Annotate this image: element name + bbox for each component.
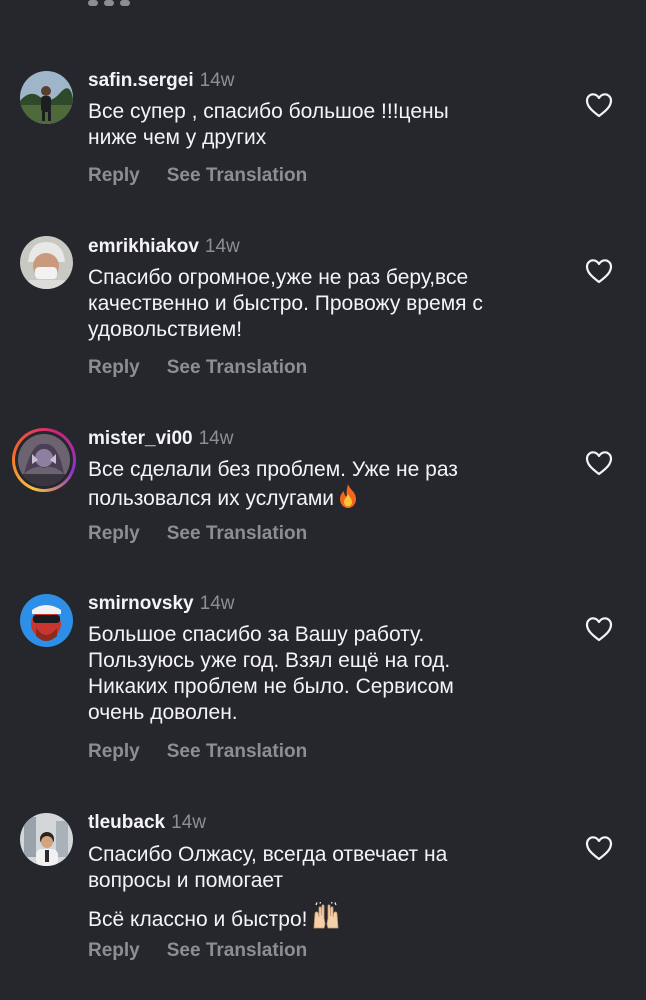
comment-line: очень доволен. — [88, 701, 238, 724]
username[interactable]: mister_vi00 — [88, 428, 193, 449]
comment-line: пользовался их услугами — [88, 483, 558, 516]
timestamp: 14w — [171, 812, 206, 833]
comment-text: Большое спасибо за Вашу работу. Пользуюс… — [88, 622, 558, 726]
avatar — [18, 434, 70, 486]
raising-hands-emoji — [310, 901, 342, 937]
previous-comment-actions-fragment — [88, 0, 148, 8]
comment-actions: Reply See Translation — [88, 940, 307, 962]
reply-button[interactable]: Reply — [88, 523, 140, 544]
heart-icon[interactable] — [585, 835, 613, 861]
heart-icon[interactable] — [585, 450, 613, 476]
comment-line: Все супер , спасибо большое !!!цены — [88, 100, 449, 123]
avatar[interactable] — [20, 236, 73, 289]
comment-line: качественно и быстро. Провожу время с — [88, 292, 483, 315]
see-translation-button[interactable]: See Translation — [167, 940, 307, 961]
timestamp: 14w — [204, 236, 240, 257]
comment-text: Спасибо Олжасу, всегда отвечает на вопро… — [88, 842, 558, 937]
heart-icon[interactable] — [585, 92, 613, 118]
comment-line: Всё классно и быстро! — [88, 901, 558, 937]
username[interactable]: safin.sergei — [88, 70, 194, 91]
comment-header: safin.sergei 14w — [88, 70, 234, 92]
comment-text: Все сделали без проблем. Уже не раз поль… — [88, 457, 558, 516]
username[interactable]: tleuback — [88, 812, 165, 833]
comment-header: tleuback 14w — [88, 812, 206, 834]
reply-button[interactable]: Reply — [88, 940, 140, 961]
reply-button[interactable]: Reply — [88, 741, 140, 762]
see-translation-button[interactable]: See Translation — [167, 357, 307, 378]
comment-header: mister_vi00 14w — [88, 428, 233, 450]
comment-line: Пользуюсь уже год. Взял ещё на год. — [88, 649, 451, 672]
avatar[interactable] — [20, 813, 73, 866]
comment-line: удовольствием! — [88, 318, 243, 341]
comment-line: ниже чем у других — [88, 126, 267, 149]
reply-button[interactable]: Reply — [88, 357, 140, 378]
timestamp: 14w — [198, 428, 234, 449]
comment-actions: Reply See Translation — [88, 357, 307, 379]
username[interactable]: smirnovsky — [88, 593, 194, 614]
comment-line: Спасибо Олжасу, всегда отвечает на — [88, 843, 448, 866]
fire-emoji — [336, 483, 360, 516]
see-translation-button[interactable]: See Translation — [167, 523, 307, 544]
comment-line: Большое спасибо за Вашу работу. — [88, 623, 425, 646]
comment-actions: Reply See Translation — [88, 523, 307, 545]
comment-text: Спасибо огромное,уже не раз беру,все кач… — [88, 265, 558, 343]
timestamp: 14w — [199, 70, 235, 91]
comment-actions: Reply See Translation — [88, 741, 307, 763]
comment-actions: Reply See Translation — [88, 165, 307, 187]
heart-icon[interactable] — [585, 616, 613, 642]
avatar[interactable] — [20, 71, 73, 124]
reply-button[interactable]: Reply — [88, 165, 140, 186]
avatar[interactable] — [20, 594, 73, 647]
comment-line: Все сделали без проблем. Уже не раз — [88, 458, 458, 481]
heart-icon[interactable] — [585, 258, 613, 284]
see-translation-button[interactable]: See Translation — [167, 165, 307, 186]
comment-header: smirnovsky 14w — [88, 593, 234, 615]
username[interactable]: emrikhiakov — [88, 236, 199, 257]
see-translation-button[interactable]: See Translation — [167, 741, 307, 762]
avatar-with-story-ring[interactable] — [12, 428, 76, 492]
comment-text: Все супер , спасибо большое !!!цены ниже… — [88, 99, 558, 151]
comment-line: Никаких проблем не было. Сервисом — [88, 675, 454, 698]
timestamp: 14w — [199, 593, 235, 614]
comment-line: вопросы и помогает — [88, 869, 283, 892]
comment-header: emrikhiakov 14w — [88, 236, 240, 258]
comment-line: Спасибо огромное,уже не раз беру,все — [88, 266, 469, 289]
